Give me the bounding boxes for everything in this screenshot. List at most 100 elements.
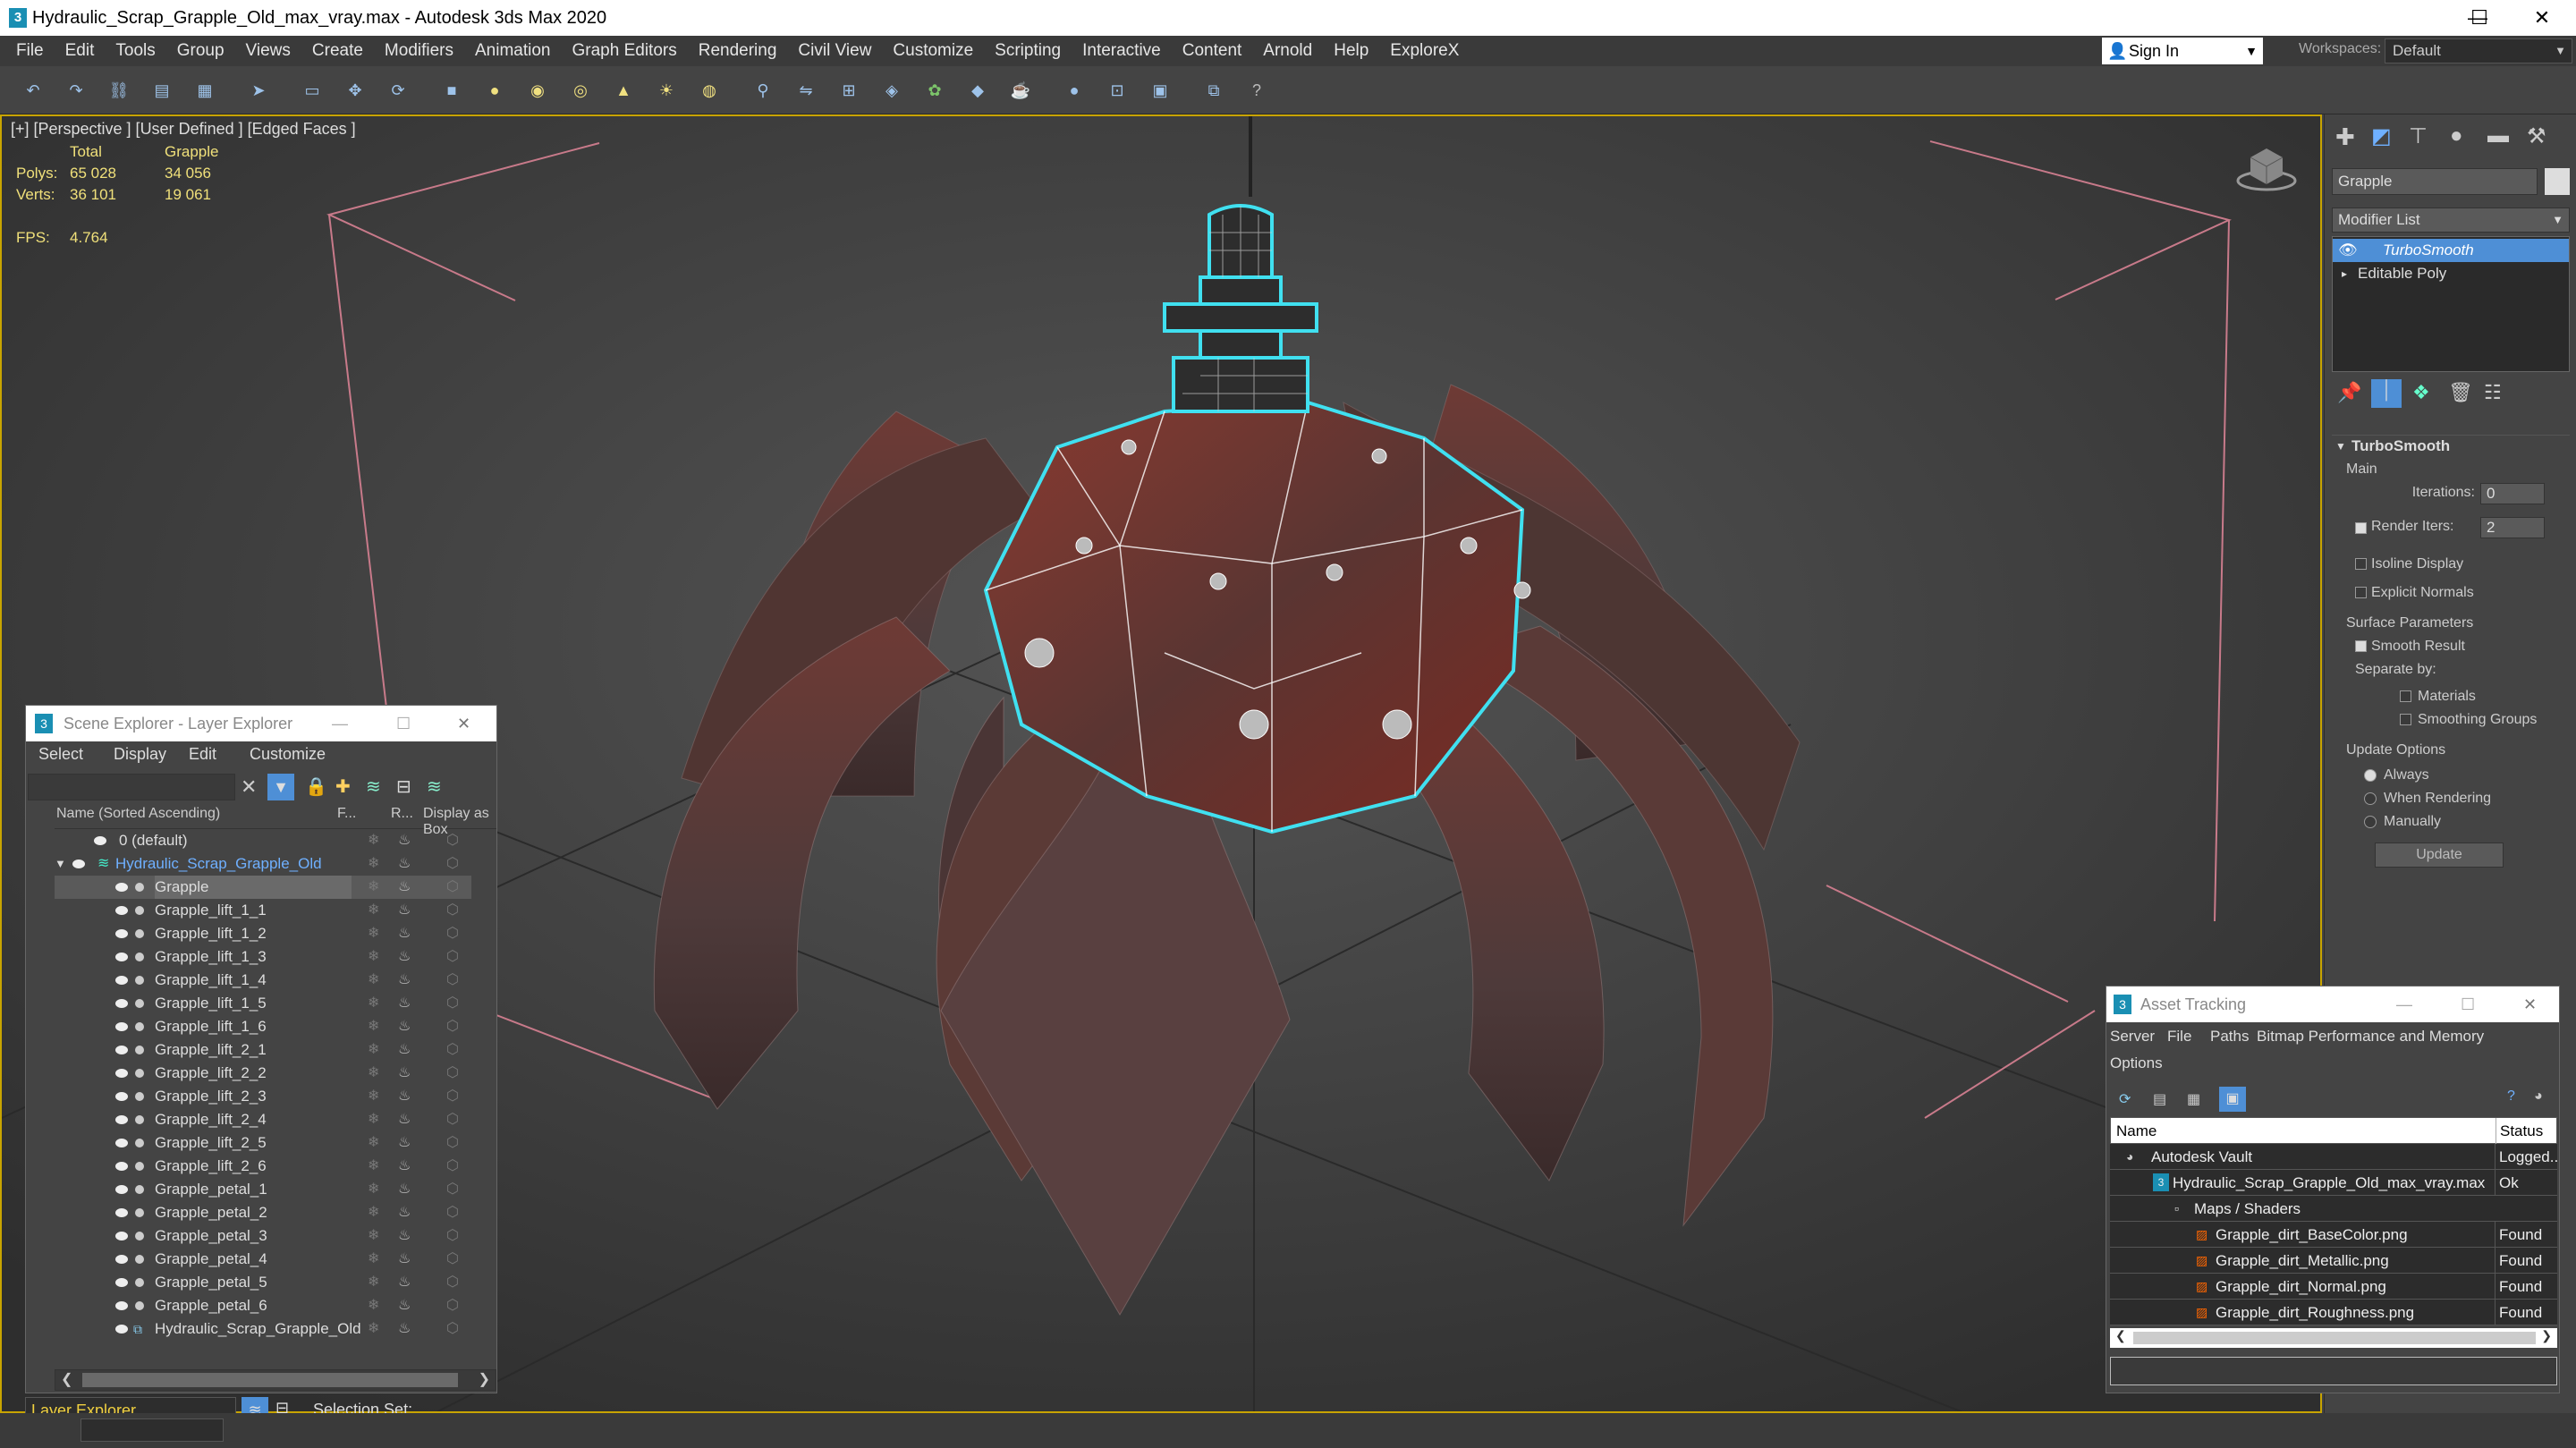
- asset-path-field[interactable]: [2110, 1357, 2557, 1385]
- menu-display[interactable]: Display: [114, 745, 166, 764]
- tree-view-icon[interactable]: ▦: [2187, 1090, 2200, 1108]
- tree-row[interactable]: Grapple_lift_2_5 ❄ ♨ ⬡: [55, 1131, 471, 1155]
- unlink-icon[interactable]: ▤: [150, 79, 174, 102]
- menu-paths[interactable]: Paths: [2210, 1028, 2249, 1046]
- menu-explorex[interactable]: ExploreX: [1390, 41, 1459, 61]
- when-rendering-radio[interactable]: [2364, 792, 2377, 805]
- stack-item-editable-poly[interactable]: ▸ Editable Poly: [2333, 262, 2569, 285]
- explicit-normals-checkbox[interactable]: [2355, 587, 2367, 598]
- show-end-result-icon[interactable]: ⏐: [2371, 379, 2402, 408]
- always-radio[interactable]: [2364, 769, 2377, 782]
- render-frame-icon[interactable]: ◆: [966, 79, 989, 102]
- col-name[interactable]: Name (Sorted Ascending): [56, 806, 220, 822]
- isoline-display-checkbox[interactable]: [2355, 558, 2367, 570]
- lock-icon[interactable]: 🔒: [305, 775, 327, 798]
- col-asset-status[interactable]: Status: [2496, 1118, 2543, 1145]
- stack-item-turbosmooth[interactable]: 👁 TurboSmooth: [2333, 239, 2569, 262]
- asset-row[interactable]: ▫ Maps / Shaders: [2110, 1196, 2557, 1222]
- vray-icon[interactable]: ●: [1063, 79, 1086, 102]
- camera-icon[interactable]: ◍: [698, 79, 721, 102]
- tree-row[interactable]: Grapple_lift_1_6 ❄ ♨ ⬡: [55, 1015, 471, 1038]
- update-button[interactable]: Update: [2375, 843, 2504, 868]
- bind-icon[interactable]: ▦: [193, 79, 216, 102]
- manually-radio[interactable]: [2364, 816, 2377, 828]
- torus-icon[interactable]: ◎: [569, 79, 592, 102]
- menu-customize[interactable]: Customize: [893, 41, 973, 61]
- tree-row[interactable]: Grapple_lift_1_5 ❄ ♨ ⬡: [55, 992, 471, 1015]
- tree-row[interactable]: Grapple_lift_1_2 ❄ ♨ ⬡: [55, 922, 471, 945]
- asset-row[interactable]: ▨ Grapple_dirt_BaseColor.png Found: [2110, 1222, 2557, 1248]
- materials-checkbox[interactable]: [2400, 690, 2411, 702]
- tree-row[interactable]: Grapple_lift_1_3 ❄ ♨ ⬡: [55, 945, 471, 969]
- tree-row[interactable]: Grapple_lift_2_6 ❄ ♨ ⬡: [55, 1155, 471, 1178]
- asset-row[interactable]: ▨ Grapple_dirt_Normal.png Found: [2110, 1274, 2557, 1300]
- make-unique-icon[interactable]: ❖: [2412, 381, 2430, 404]
- menu-file[interactable]: File: [16, 41, 44, 61]
- time-slider[interactable]: [80, 1418, 224, 1442]
- viewcube-icon[interactable]: [2234, 140, 2299, 193]
- redo-icon[interactable]: ↷: [64, 79, 88, 102]
- menu-customize[interactable]: Customize: [250, 745, 326, 764]
- tree-row[interactable]: Grapple_petal_1 ❄ ♨ ⬡: [55, 1178, 471, 1201]
- link-icon[interactable]: ⛓: [107, 79, 131, 102]
- create-tab-icon[interactable]: ✚: [2335, 123, 2355, 151]
- menu-rendering[interactable]: Rendering: [699, 41, 777, 61]
- vault-icon[interactable]: ◕: [2534, 1088, 2543, 1105]
- asset-row[interactable]: ◕ Autodesk Vault Logged...: [2110, 1144, 2557, 1170]
- table-view-icon[interactable]: ▣: [2219, 1087, 2246, 1112]
- menu-views[interactable]: Views: [246, 41, 291, 61]
- menu-civil-view[interactable]: Civil View: [798, 41, 871, 61]
- tree-row[interactable]: Grapple_petal_2 ❄ ♨ ⬡: [55, 1201, 471, 1224]
- clear-search-icon[interactable]: ✕: [241, 775, 257, 799]
- remove-modifier-icon[interactable]: 🗑: [2448, 381, 2473, 404]
- tree-row-selected[interactable]: Grapple ❄ ♨ ⬡: [55, 876, 471, 899]
- display-tab-icon[interactable]: ▬: [2487, 123, 2509, 148]
- object-name-field[interactable]: Grapple: [2332, 168, 2538, 195]
- menu-edit[interactable]: Edit: [189, 745, 216, 764]
- scene-explorer-icon[interactable]: ⧉: [1202, 79, 1225, 102]
- tree-row[interactable]: Grapple_lift_2_3 ❄ ♨ ⬡: [55, 1085, 471, 1108]
- col-frozen[interactable]: F...: [337, 806, 356, 822]
- align-icon[interactable]: ⊞: [837, 79, 860, 102]
- layer-icon[interactable]: ▣: [1148, 79, 1172, 102]
- rotate-icon[interactable]: ⟳: [386, 79, 410, 102]
- hierarchy-icon[interactable]: ⊟: [396, 775, 411, 798]
- tree-row[interactable]: Grapple_lift_2_2 ❄ ♨ ⬡: [55, 1062, 471, 1085]
- menu-help[interactable]: Help: [1334, 41, 1368, 61]
- smooth-result-checkbox[interactable]: [2355, 640, 2367, 652]
- help-icon[interactable]: ?: [2507, 1088, 2515, 1105]
- menu-animation[interactable]: Animation: [475, 41, 551, 61]
- tree-row[interactable]: Grapple_petal_5 ❄ ♨ ⬡: [55, 1271, 471, 1294]
- modifier-list-dropdown[interactable]: Modifier List ▼: [2332, 207, 2570, 233]
- menu-content[interactable]: Content: [1182, 41, 1242, 61]
- menu-interactive[interactable]: Interactive: [1082, 41, 1161, 61]
- hierarchy-tab-icon[interactable]: ⊤: [2409, 123, 2428, 149]
- search-input[interactable]: [28, 774, 235, 800]
- layers-icon[interactable]: ≋: [366, 775, 381, 798]
- undo-icon[interactable]: ↶: [21, 79, 45, 102]
- material-editor-icon[interactable]: ◈: [880, 79, 903, 102]
- select-region-icon[interactable]: ▭: [301, 79, 324, 102]
- tree-row[interactable]: Grapple_petal_4 ❄ ♨ ⬡: [55, 1248, 471, 1271]
- refresh-icon[interactable]: ⟳: [2119, 1090, 2131, 1108]
- utilities-tab-icon[interactable]: ⚒: [2527, 123, 2546, 149]
- iterations-spinner[interactable]: 0: [2480, 483, 2545, 504]
- asset-row[interactable]: 3 Hydraulic_Scrap_Grapple_Old_max_vray.ma…: [2110, 1170, 2557, 1196]
- col-render[interactable]: R...: [391, 806, 413, 822]
- box-icon[interactable]: ■: [440, 79, 463, 102]
- render-iters-spinner[interactable]: 2: [2480, 517, 2545, 538]
- tree-row-layer[interactable]: ▼ ≋ Hydraulic_Scrap_Grapple_Old ❄ ♨ ⬡: [55, 852, 471, 876]
- tree-row[interactable]: Grapple_petal_6 ❄ ♨ ⬡: [55, 1294, 471, 1317]
- minimize-button[interactable]: —: [2396, 987, 2412, 1022]
- help-icon[interactable]: ?: [1245, 79, 1268, 102]
- sign-in-dropdown[interactable]: 👤 Sign In ▼: [2102, 38, 2263, 64]
- sphere-icon[interactable]: ●: [483, 79, 506, 102]
- turbosmooth-rollout-header[interactable]: ▼ TurboSmooth: [2332, 435, 2570, 456]
- smoothing-groups-checkbox[interactable]: [2400, 714, 2411, 725]
- select-icon[interactable]: ➤: [247, 79, 270, 102]
- maximize-button[interactable]: ☐: [2461, 987, 2475, 1022]
- render-setup-icon[interactable]: ✿: [923, 79, 946, 102]
- menu-group[interactable]: Group: [177, 41, 225, 61]
- tree-row[interactable]: Grapple_lift_1_4 ❄ ♨ ⬡: [55, 969, 471, 992]
- col-asset-name[interactable]: Name: [2116, 1118, 2157, 1145]
